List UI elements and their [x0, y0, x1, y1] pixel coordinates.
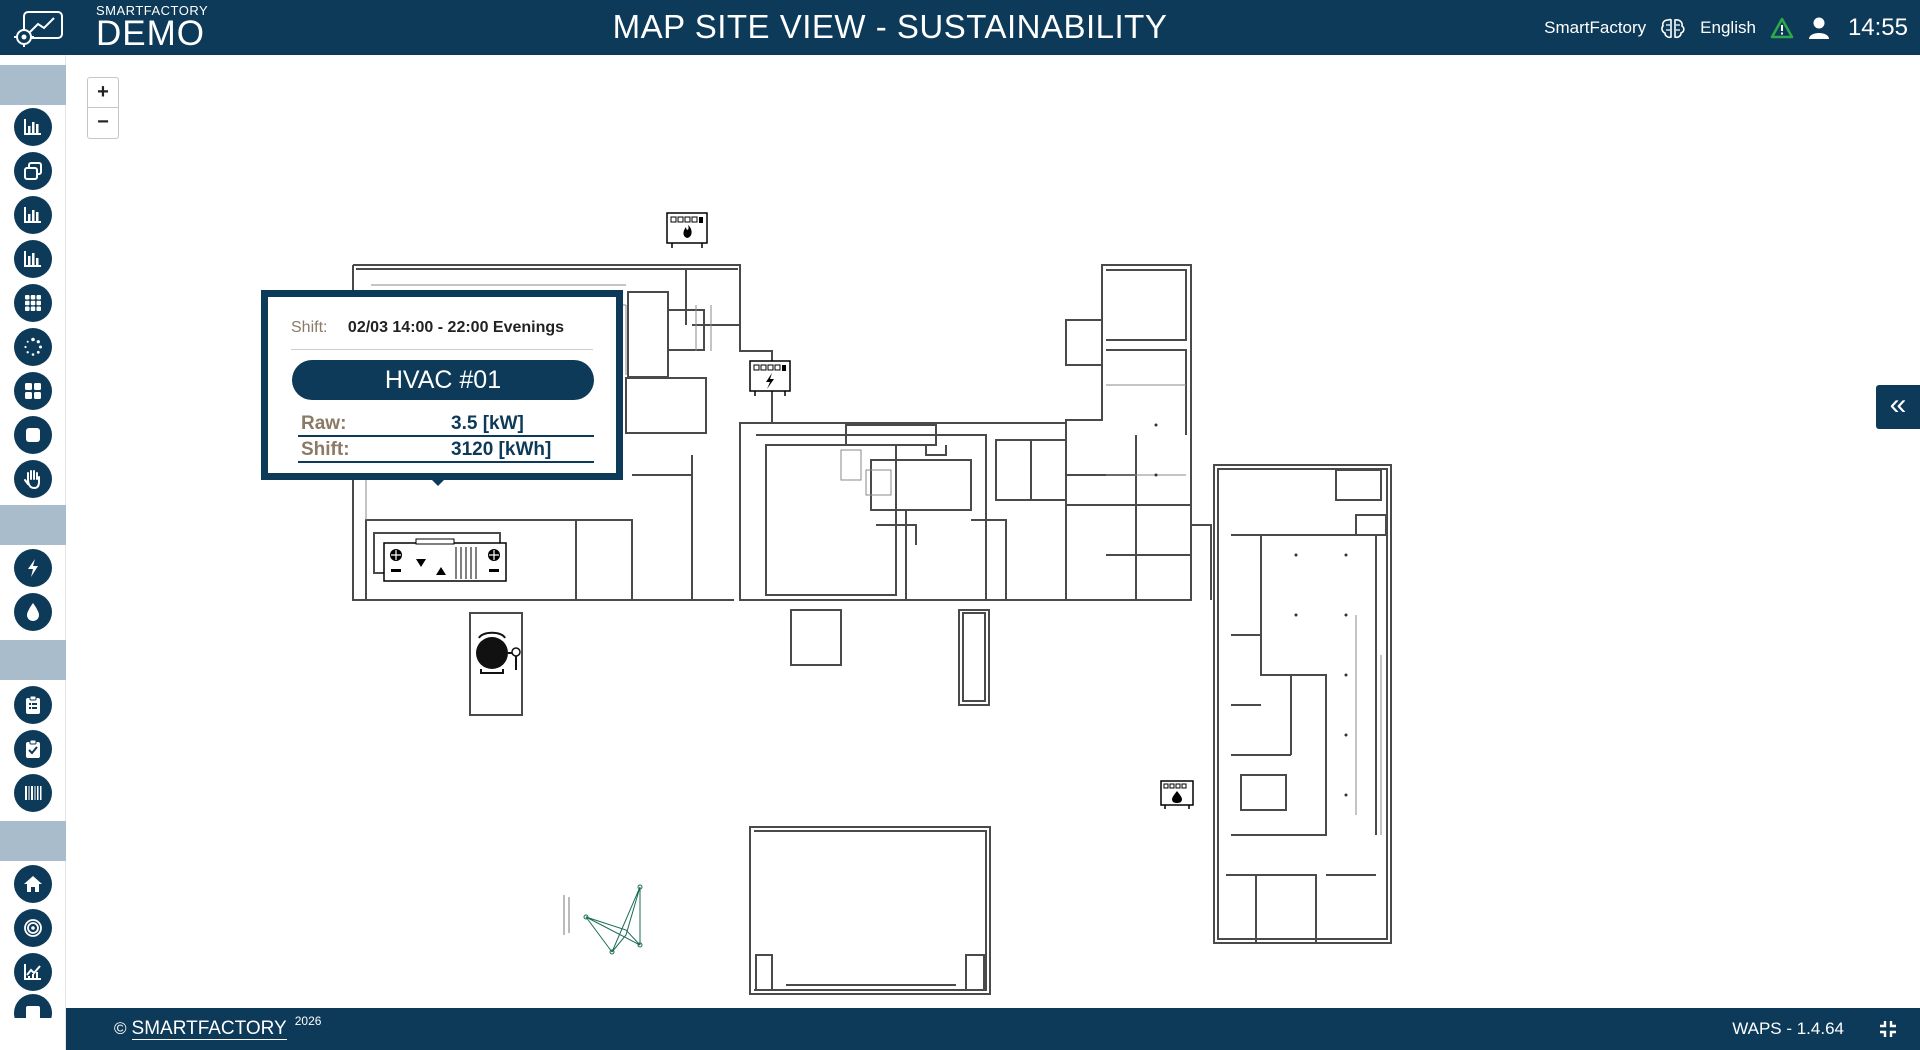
copyright-symbol: ©: [114, 1019, 127, 1038]
sidebar-item-analytics[interactable]: [0, 237, 66, 281]
footer-brand-link[interactable]: SMARTFACTORY: [131, 1018, 287, 1040]
header-right: SmartFactory English 14:55: [1544, 0, 1908, 55]
sidebar-item-energy[interactable]: [0, 546, 66, 590]
popup-shift-value: 02/03 14:00 - 22:00 Evenings: [347, 319, 565, 336]
popup-row-value: 3120 [kWh]: [451, 439, 552, 460]
sidebar-item-reports[interactable]: [0, 193, 66, 237]
zoom-control: + −: [87, 77, 119, 139]
copyright-year: 2026: [294, 1014, 322, 1028]
popup-shift: Shift: 02/03 14:00 - 22:00 Evenings: [291, 319, 564, 337]
copy-windows-icon: [14, 152, 52, 190]
tiles-icon: [14, 372, 52, 410]
popup-row-label: Shift:: [301, 439, 350, 460]
popup-pointer: [429, 477, 447, 486]
clipboard-list-icon: [14, 686, 52, 724]
boiler-tank-icon[interactable]: [476, 631, 521, 674]
water-drop-icon: [14, 593, 52, 631]
sidebar-item-water[interactable]: [0, 590, 66, 634]
sidebar-item-barcode[interactable]: [0, 771, 66, 815]
water-meter-icon[interactable]: [1160, 780, 1194, 809]
clipboard-check-icon: [14, 730, 52, 768]
sidebar-separator: [0, 505, 66, 545]
sidebar-item-square[interactable]: [0, 413, 66, 457]
lightning-icon: [14, 549, 52, 587]
sidebar-item-trends[interactable]: [0, 950, 66, 994]
app-footer: © SMARTFACTORY 2026 WAPS - 1.4.64: [66, 1008, 1920, 1050]
popup-row-label: Raw:: [301, 413, 347, 434]
sidebar: [0, 55, 66, 1050]
line-chart-icon: [14, 953, 52, 991]
zoom-in-button[interactable]: +: [88, 78, 118, 108]
target-icon: [14, 909, 52, 947]
sidebar-separator: [0, 65, 66, 105]
sidebar-item-grid[interactable]: [0, 281, 66, 325]
home-icon: [14, 865, 52, 903]
popup-row-shift: Shift: 3120 [kWh]: [298, 437, 594, 463]
bar-chart-icon: [14, 196, 52, 234]
sidebar-item-targets[interactable]: [0, 906, 66, 950]
hand-icon: [14, 460, 52, 498]
exit-fullscreen-icon[interactable]: [1878, 1019, 1898, 1039]
sidebar-item-windows[interactable]: [0, 149, 66, 193]
app-header: SMARTFACTORY DEMO MAP SITE VIEW - SUSTAI…: [0, 0, 1920, 55]
brain-icon[interactable]: [1660, 16, 1686, 40]
brand-big: DEMO: [96, 14, 205, 53]
collapse-panel-button[interactable]: «: [1876, 385, 1920, 429]
grid-icon: [14, 284, 52, 322]
site-map[interactable]: + − Shift: 02/03 14:00 - 22:00 Evenings …: [66, 55, 1920, 1008]
gas-meter-icon[interactable]: [666, 212, 708, 248]
clipboard-icon: [14, 994, 52, 1018]
sidebar-item-loading[interactable]: [0, 325, 66, 369]
barcode-icon: [14, 774, 52, 812]
popup-row-value: 3.5 [kW]: [451, 413, 524, 434]
alert-triangle-icon[interactable]: [1770, 17, 1794, 39]
tenant-name[interactable]: SmartFactory: [1544, 18, 1646, 38]
language-selector[interactable]: English: [1700, 18, 1756, 38]
sidebar-item-more[interactable]: [0, 994, 66, 1018]
sidebar-item-tasks[interactable]: [0, 683, 66, 727]
factory-logo-icon[interactable]: [10, 6, 66, 50]
sidebar-separator: [0, 821, 66, 861]
asset-popup: Shift: 02/03 14:00 - 22:00 Evenings HVAC…: [261, 290, 623, 480]
app-version: WAPS - 1.4.64: [1732, 1019, 1844, 1038]
zoom-out-button[interactable]: −: [88, 108, 118, 138]
square-icon: [14, 416, 52, 454]
popup-row-raw: Raw: 3.5 [kW]: [298, 411, 594, 437]
compass-rose-icon: [563, 884, 643, 955]
copyright: © SMARTFACTORY 2026: [114, 1008, 321, 1050]
sidebar-separator: [0, 640, 66, 680]
sidebar-item-tiles[interactable]: [0, 369, 66, 413]
floor-plan[interactable]: [66, 55, 1920, 1008]
sidebar-item-home[interactable]: [0, 862, 66, 906]
popup-shift-label: Shift:: [291, 319, 328, 336]
dots-circle-icon: [14, 328, 52, 366]
electric-meter-icon[interactable]: [749, 360, 791, 396]
bar-chart-icon: [14, 108, 52, 146]
sidebar-item-checklist[interactable]: [0, 727, 66, 771]
user-icon[interactable]: [1808, 16, 1830, 40]
sidebar-item-manual[interactable]: [0, 457, 66, 501]
clock: 14:55: [1847, 13, 1908, 41]
bar-chart-icon: [14, 240, 52, 278]
popup-divider: [291, 349, 593, 350]
popup-asset-name[interactable]: HVAC #01: [292, 360, 594, 400]
sidebar-item-dashboard[interactable]: [0, 105, 66, 149]
brand: SMARTFACTORY DEMO: [96, 4, 208, 51]
page-title: MAP SITE VIEW - SUSTAINABILITY: [612, 8, 1168, 45]
hvac-unit-icon[interactable]: [383, 538, 507, 582]
